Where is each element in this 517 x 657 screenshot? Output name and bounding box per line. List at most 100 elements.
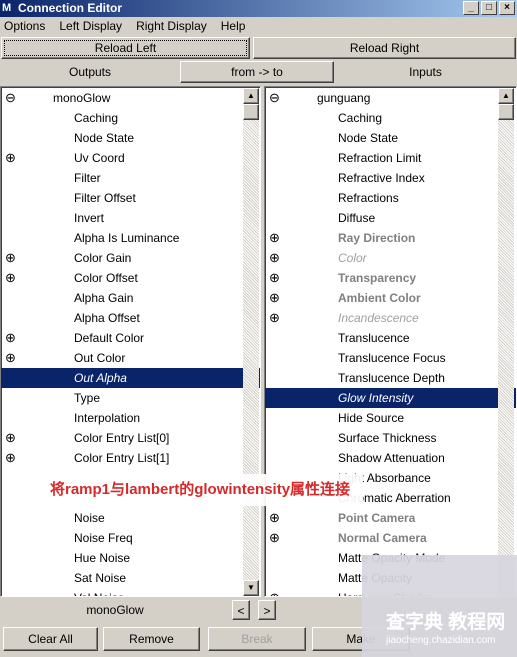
list-item[interactable]: Node State — [265, 128, 516, 148]
expand-icon[interactable]: ⊕ — [269, 288, 280, 308]
outputs-list[interactable]: ⊖ monoGlow Caching Node State ⊕ Uv Coord Filte… — [0, 86, 261, 597]
list-item-label: Filter Offset — [74, 191, 136, 205]
break-button[interactable]: Break — [208, 627, 306, 651]
list-item[interactable]: ⊕ Uv Coord — [1, 148, 260, 168]
left-scroll-up-button[interactable]: ▲ — [243, 88, 259, 104]
reload-right-button[interactable]: Reload Right — [253, 37, 516, 59]
expand-icon[interactable]: ⊕ — [269, 308, 280, 328]
expand-icon[interactable]: ⊕ — [5, 328, 16, 348]
list-item[interactable]: Hide Source — [265, 408, 516, 428]
list-item[interactable]: Translucence Depth — [265, 368, 516, 388]
clear-all-button[interactable]: Clear All — [3, 627, 98, 651]
list-item[interactable]: ⊕ Ambient Color — [265, 288, 516, 308]
menu-help[interactable]: Help — [221, 19, 246, 33]
list-item[interactable]: Sat Noise — [1, 568, 260, 588]
prev-node-button[interactable]: < — [232, 600, 250, 620]
list-item[interactable]: ⊕ Point Camera — [265, 508, 516, 528]
list-item[interactable]: Alpha Gain — [1, 288, 260, 308]
right-scroll-up-button[interactable]: ▲ — [498, 88, 514, 104]
list-item[interactable]: Node State — [1, 128, 260, 148]
list-item[interactable]: Alpha Offset — [1, 308, 260, 328]
list-item[interactable]: ⊕ Out Color — [1, 348, 260, 368]
list-item[interactable]: Interpolation — [1, 408, 260, 428]
list-item-label: Noise — [74, 511, 105, 525]
list-item-label: Color Gain — [74, 251, 132, 265]
list-item[interactable]: Caching — [1, 108, 260, 128]
close-button[interactable]: × — [499, 1, 515, 15]
menu-options[interactable]: Options — [4, 19, 45, 33]
reload-left-button[interactable]: Reload Left — [1, 37, 250, 59]
watermark-url: jiaocheng.chazidian.com — [386, 635, 496, 646]
list-item-label: Refractions — [338, 191, 399, 205]
expand-icon[interactable]: ⊕ — [5, 428, 16, 448]
list-item[interactable]: ⊕ Incandescence — [265, 308, 516, 328]
menu-right-display[interactable]: Right Display — [136, 19, 207, 33]
expand-icon[interactable]: ⊕ — [5, 148, 16, 168]
list-item[interactable]: ⊕ Color Offset — [1, 268, 260, 288]
direction-toggle-button[interactable]: from -> to — [180, 61, 334, 83]
list-item[interactable]: Val Noise — [1, 588, 260, 596]
list-item[interactable]: ⊕ Transparency — [265, 268, 516, 288]
list-item[interactable]: Translucence Focus — [265, 348, 516, 368]
expand-icon[interactable]: ⊕ — [269, 268, 280, 288]
list-item[interactable]: Diffuse — [265, 208, 516, 228]
expand-icon[interactable]: ⊕ — [5, 448, 16, 468]
inputs-list[interactable]: ⊖ gunguang Caching Node State Refraction Lim… — [264, 86, 517, 597]
list-item[interactable]: ⊖ monoGlow — [1, 88, 260, 108]
list-item-label: Alpha Gain — [74, 291, 134, 305]
list-item[interactable]: Type — [1, 388, 260, 408]
menu-left-display[interactable]: Left Display — [59, 19, 122, 33]
expand-icon[interactable]: ⊕ — [269, 588, 280, 596]
list-item-label: Out Color — [74, 351, 126, 365]
list-item[interactable]: ⊕ Default Color — [1, 328, 260, 348]
list-item[interactable]: Refractive Index — [265, 168, 516, 188]
list-item[interactable]: Glow Intensity — [265, 388, 516, 408]
list-item-label: Alpha Is Luminance — [74, 231, 180, 245]
left-scrollbar[interactable] — [243, 88, 259, 596]
list-item[interactable]: Shadow Attenuation — [265, 448, 516, 468]
list-item[interactable]: ⊖ gunguang — [265, 88, 516, 108]
expand-icon[interactable]: ⊕ — [269, 528, 280, 548]
list-item[interactable]: Refractions — [265, 188, 516, 208]
maximize-button[interactable]: □ — [481, 1, 497, 15]
list-item[interactable]: ⊕ Color Entry List[0] — [1, 428, 260, 448]
list-item[interactable]: Filter — [1, 168, 260, 188]
expand-icon[interactable]: ⊕ — [269, 248, 280, 268]
list-item-label: Node State — [74, 131, 135, 145]
left-scroll-thumb[interactable] — [243, 104, 259, 120]
list-item[interactable]: Translucence — [265, 328, 516, 348]
list-item[interactable]: Refraction Limit — [265, 148, 516, 168]
list-item[interactable]: ⊕ Color — [265, 248, 516, 268]
right-scrollbar[interactable] — [498, 88, 514, 596]
list-item-label: Color Entry List[0] — [74, 431, 170, 445]
list-item[interactable]: Out Alpha — [1, 368, 260, 388]
minimize-button[interactable]: _ — [463, 1, 479, 15]
list-item[interactable]: ⊕ Color Entry List[1] — [1, 448, 260, 468]
list-item[interactable]: ⊕ Ray Direction — [265, 228, 516, 248]
collapse-icon[interactable]: ⊖ — [5, 88, 16, 108]
expand-icon[interactable]: ⊕ — [5, 268, 16, 288]
list-item-label: monoGlow — [53, 91, 111, 105]
list-item-label: Caching — [338, 111, 383, 125]
list-item-label: Transparency — [338, 271, 417, 285]
list-item[interactable]: Alpha Is Luminance — [1, 228, 260, 248]
expand-icon[interactable]: ⊕ — [5, 348, 16, 368]
list-item[interactable]: ⊕ Color Gain — [1, 248, 260, 268]
right-scroll-thumb[interactable] — [498, 104, 514, 120]
next-node-button[interactable]: > — [258, 600, 276, 620]
list-item[interactable]: Caching — [265, 108, 516, 128]
title-bar: Connection Editor — [0, 0, 517, 17]
list-item[interactable]: Noise Freq — [1, 528, 260, 548]
list-item[interactable]: Hue Noise — [1, 548, 260, 568]
list-item[interactable]: Invert — [1, 208, 260, 228]
list-item[interactable]: Filter Offset — [1, 188, 260, 208]
list-item[interactable]: Surface Thickness — [265, 428, 516, 448]
collapse-icon[interactable]: ⊖ — [269, 88, 280, 108]
expand-icon[interactable]: ⊕ — [5, 248, 16, 268]
expand-icon[interactable]: ⊕ — [269, 228, 280, 248]
list-item[interactable]: ⊕ Normal Camera — [265, 528, 516, 548]
list-item[interactable]: Noise — [1, 508, 260, 528]
left-scroll-down-button[interactable]: ▼ — [243, 580, 259, 596]
expand-icon[interactable]: ⊕ — [269, 508, 280, 528]
remove-button[interactable]: Remove — [103, 627, 200, 651]
